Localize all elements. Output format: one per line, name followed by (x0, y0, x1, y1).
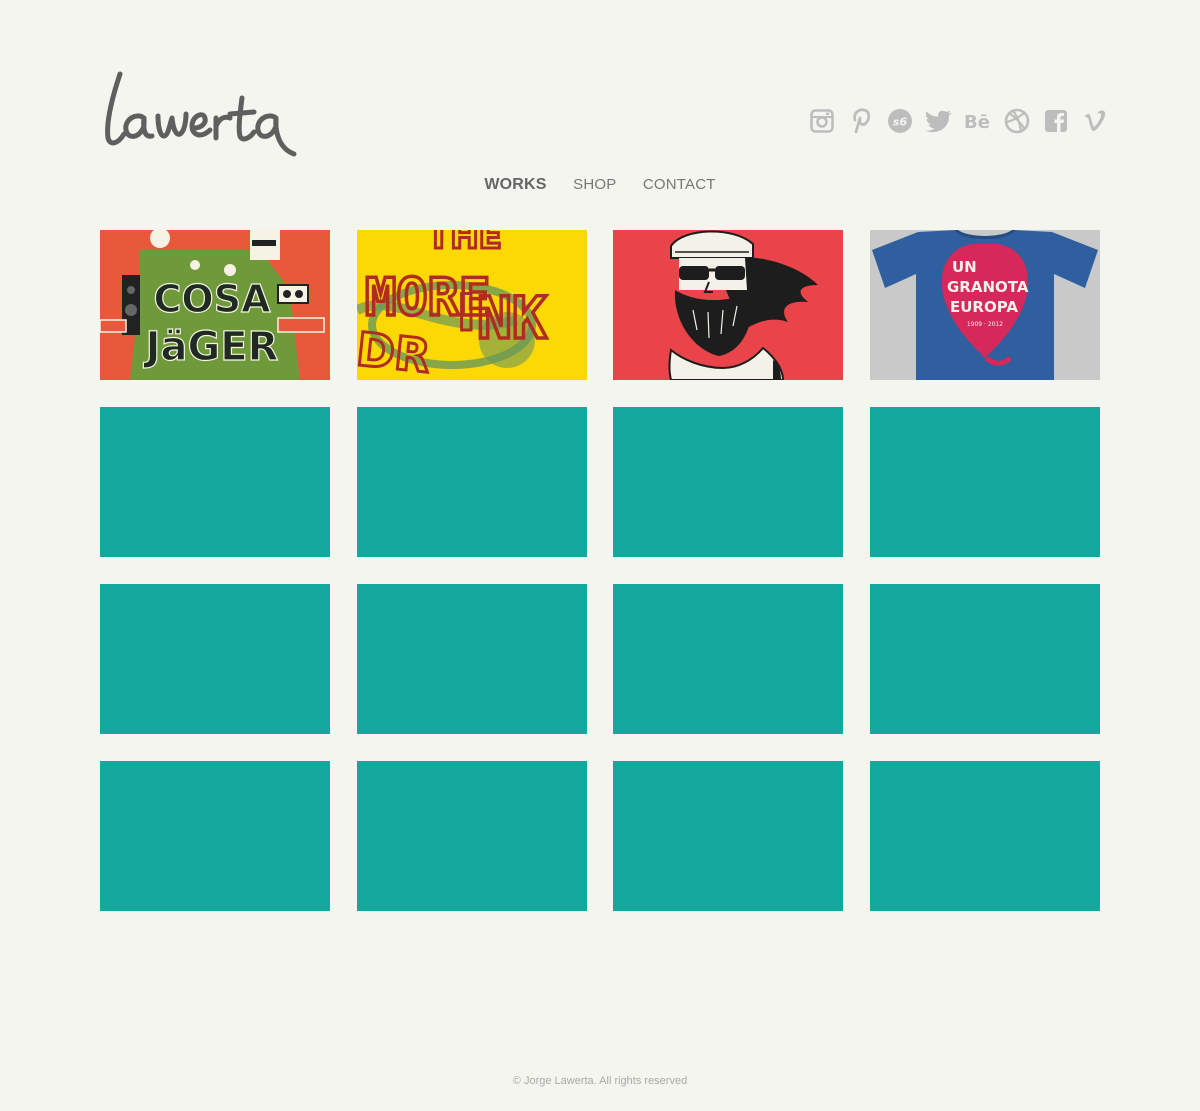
work-tile-placeholder[interactable] (869, 761, 1100, 911)
svg-text:NK: NK (477, 284, 547, 352)
main-nav: WORKS SHOP CONTACT (0, 176, 1200, 206)
instagram-icon[interactable] (808, 104, 836, 138)
twitter-icon[interactable] (925, 104, 953, 138)
svg-text:s6: s6 (893, 116, 908, 129)
svg-text:I: I (457, 284, 476, 342)
footer-copyright: © Jorge Lawerta. All rights reserved (512, 1075, 688, 1087)
bearded-man-artwork (613, 230, 844, 380)
work-tile-placeholder[interactable] (356, 407, 587, 557)
cosa-jager-artwork: COSA JäGER (100, 230, 330, 380)
granota-tshirt-artwork: UN GRANOTA EUROPA 1909 · 2012 (869, 230, 1100, 380)
nav-works[interactable]: WORKS (484, 176, 546, 194)
pinterest-icon[interactable] (847, 104, 875, 138)
svg-text:UN: UN (952, 258, 977, 276)
facebook-icon[interactable] (1042, 104, 1070, 138)
social-links: s6 Bē (808, 104, 1109, 138)
svg-text:THE: THE (427, 230, 502, 257)
nav-contact[interactable]: CONTACT (643, 176, 716, 193)
work-tile-cosa-jager[interactable]: COSA JäGER (100, 230, 330, 380)
svg-text:Bē: Bē (964, 112, 990, 132)
svg-text:COSA: COSA (154, 277, 272, 321)
work-tile-placeholder[interactable] (869, 584, 1100, 734)
dribbble-icon[interactable] (1003, 104, 1031, 138)
svg-text:GRANOTA: GRANOTA (947, 278, 1029, 296)
work-tile-more-drink[interactable]: THE MORE DR NK I (356, 230, 587, 380)
work-tile-placeholder[interactable] (869, 407, 1100, 557)
work-tile-granota-tshirt[interactable]: UN GRANOTA EUROPA 1909 · 2012 (869, 230, 1100, 380)
work-tile-placeholder[interactable] (356, 584, 587, 734)
work-tile-placeholder[interactable] (100, 584, 330, 734)
work-tile-placeholder[interactable] (613, 584, 844, 734)
behance-icon[interactable]: Bē (964, 104, 992, 138)
vimeo-icon[interactable] (1081, 104, 1109, 138)
works-grid: COSA JäGER THE MORE DR NK I UN GRANOTA E… (100, 230, 1100, 911)
work-tile-placeholder[interactable] (100, 407, 330, 557)
svg-text:JäGER: JäGER (143, 324, 279, 370)
work-tile-placeholder[interactable] (356, 761, 587, 911)
work-tile-bearded-man[interactable] (613, 230, 844, 380)
work-tile-placeholder[interactable] (100, 761, 330, 911)
more-drink-artwork: THE MORE DR NK I (356, 230, 587, 380)
svg-text:1909 · 2012: 1909 · 2012 (967, 321, 1003, 328)
site-logo[interactable] (98, 68, 328, 160)
work-tile-placeholder[interactable] (613, 407, 844, 557)
svg-text:DR: DR (357, 322, 433, 380)
society6-icon[interactable]: s6 (886, 104, 914, 138)
lawerta-wordmark (105, 71, 297, 157)
work-tile-placeholder[interactable] (613, 761, 844, 911)
svg-text:EUROPA: EUROPA (950, 298, 1018, 316)
nav-shop[interactable]: SHOP (573, 176, 616, 193)
